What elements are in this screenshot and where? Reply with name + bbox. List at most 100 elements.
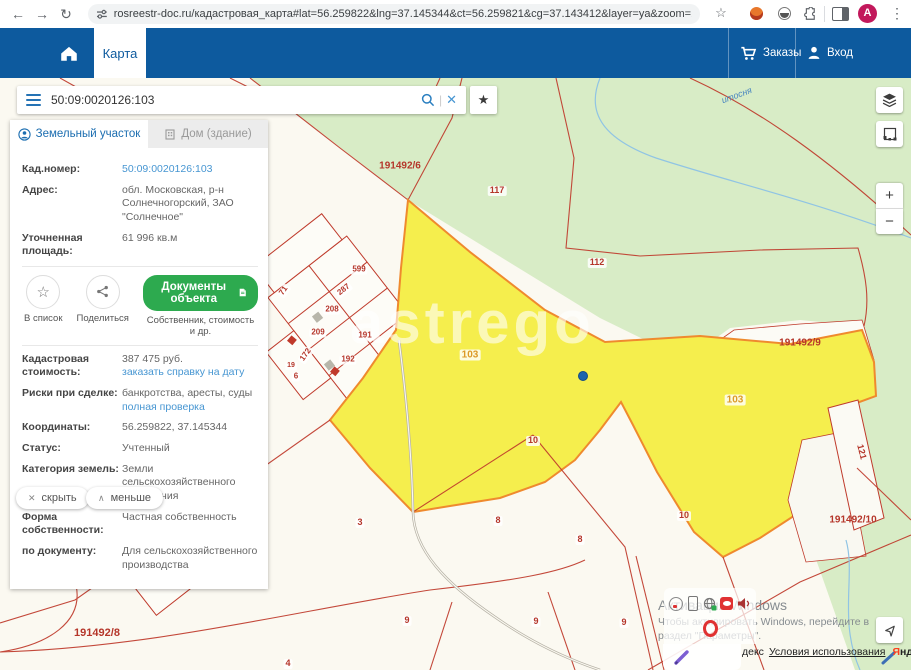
info-value: 50:09:0020126:103	[122, 163, 258, 177]
area-select-icon	[883, 127, 897, 141]
address-bar[interactable]: rosreestr-doc.ru/кадастровая_карта#lat=5…	[88, 4, 700, 24]
zoom-in-button[interactable]: +	[876, 183, 903, 209]
area-select-button[interactable]	[876, 121, 903, 147]
search-input[interactable]	[49, 92, 421, 108]
collapse-panel-button[interactable]: ∧ меньше	[86, 487, 163, 509]
terms-of-use-link[interactable]: Условия использования	[769, 646, 886, 658]
home-button[interactable]	[44, 28, 94, 78]
yandex-logo: Яндекс	[892, 646, 911, 658]
info-label: Статус:	[22, 442, 122, 456]
hide-panel-button[interactable]: ✕ скрыть	[16, 487, 89, 509]
info-link[interactable]: полная проверка	[122, 401, 205, 413]
add-to-list-button[interactable]: ☆ В список	[24, 275, 62, 324]
opera-icon[interactable]	[703, 621, 718, 636]
tab-building[interactable]: Дом (здание)	[148, 120, 268, 148]
building-icon	[164, 128, 176, 140]
info-row: Координаты:56.259822, 37.145344	[22, 421, 258, 435]
star-outline-icon: ☆	[37, 283, 50, 301]
site-settings-icon[interactable]	[96, 8, 108, 20]
less-label: меньше	[111, 492, 151, 504]
favorites-button[interactable]: ★	[470, 86, 497, 114]
search-bar[interactable]: | ✕	[17, 86, 466, 114]
info-label: Риски при сделке:	[22, 387, 122, 414]
extensions-puzzle-icon[interactable]	[802, 7, 816, 21]
site-header: Карта Заказы Вход	[0, 28, 911, 78]
layers-icon	[882, 93, 897, 107]
login-button[interactable]: Вход	[807, 28, 853, 78]
phone-icon[interactable]	[686, 596, 701, 611]
pen-icon	[673, 648, 691, 666]
document-icon	[239, 286, 246, 299]
header-divider	[795, 28, 796, 78]
info-label: по документу:	[22, 545, 122, 572]
menu-burger-icon[interactable]	[26, 92, 41, 109]
extension-icon[interactable]	[750, 7, 763, 20]
docs-button-caption: Собственник, стоимость и др.	[143, 315, 258, 337]
info-label: Адрес:	[22, 184, 122, 225]
object-documents-button[interactable]: Документы объекта	[143, 275, 258, 311]
info-row: Риски при сделке:банкротства, аресты, су…	[22, 387, 258, 414]
attribution-prefix: декс	[742, 646, 764, 658]
chevron-up-icon: ∧	[98, 493, 105, 504]
info-label: Уточненная площадь:	[22, 232, 122, 259]
info-label: Форма собственности:	[22, 511, 122, 538]
info-row: по документу:Для сельскохозяйственного п…	[22, 545, 258, 572]
info-rows-top: Кад.номер:50:09:0020126:103Адрес:обл. Мо…	[22, 163, 258, 259]
locate-button[interactable]	[876, 617, 903, 643]
profile-avatar[interactable]: A	[858, 4, 877, 23]
parcel-info-panel: Земельный участок Дом (здание) Кад.номер…	[10, 120, 268, 589]
share-label: Поделиться	[76, 313, 128, 324]
extension-icon[interactable]	[778, 7, 791, 20]
browser-back-icon[interactable]: ←	[6, 6, 30, 22]
toolbar-divider	[824, 6, 825, 22]
info-value: 56.259822, 37.145344	[122, 421, 258, 435]
speaker-icon[interactable]	[736, 596, 751, 611]
screen-recorder-toolbar	[664, 588, 756, 644]
record-eye-icon[interactable]	[719, 596, 734, 611]
info-value: Для сельскохозяйственного производства	[122, 545, 258, 572]
search-divider: |	[439, 93, 442, 107]
panel-tabs: Земельный участок Дом (здание)	[10, 120, 268, 148]
info-label: Кад.номер:	[22, 163, 122, 177]
panel-actions: ☆ В список Поделиться Докуме	[22, 273, 258, 339]
webcam-icon[interactable]	[669, 596, 684, 611]
clear-search-icon[interactable]: ✕	[446, 92, 457, 108]
info-value: Учтенный	[122, 442, 258, 456]
docs-button-label: Документы объекта	[155, 281, 233, 305]
locate-arrow-icon	[882, 623, 897, 638]
info-value: банкротства, аресты, судыполная проверка	[122, 387, 258, 414]
tab-label: Дом (здание)	[181, 128, 251, 140]
orders-button[interactable]: Заказы	[740, 28, 801, 78]
info-row: Форма собственности:Частная собственност…	[22, 511, 258, 538]
side-panel-icon[interactable]	[832, 7, 849, 21]
tab-map[interactable]: Карта	[94, 28, 146, 78]
add-to-list-label: В список	[24, 313, 62, 324]
share-button[interactable]: Поделиться	[76, 275, 128, 324]
close-icon: ✕	[28, 493, 36, 504]
browser-menu-kebab-icon[interactable]: ⋮	[888, 5, 906, 22]
person-circle-icon	[18, 128, 31, 141]
bookmark-star-icon[interactable]: ☆	[712, 5, 730, 21]
info-row: Кад.номер:50:09:0020126:103	[22, 163, 258, 177]
layers-button[interactable]	[876, 87, 903, 113]
browser-forward-icon[interactable]: →	[30, 6, 54, 22]
home-icon	[59, 44, 79, 62]
header-divider	[728, 28, 729, 78]
tab-land-parcel[interactable]: Земельный участок	[10, 120, 148, 148]
url-text: rosreestr-doc.ru/кадастровая_карта#lat=5…	[114, 8, 692, 20]
zoom-out-button[interactable]: −	[876, 209, 903, 234]
browser-reload-icon[interactable]: ↻	[54, 6, 78, 23]
info-rows-bottom: Кадастровая стоимость:387 475 руб.заказа…	[22, 353, 258, 572]
info-row: Статус:Учтенный	[22, 442, 258, 456]
info-row: Уточненная площадь:61 996 кв.м	[22, 232, 258, 259]
panel-divider	[22, 266, 258, 267]
search-icon[interactable]	[421, 93, 435, 107]
info-value: 387 475 руб.заказать справку на дату	[122, 353, 258, 380]
cart-icon	[740, 46, 757, 61]
globe-shield-icon[interactable]	[702, 596, 717, 611]
tab-label: Земельный участок	[36, 128, 141, 140]
annotation-pen-panel[interactable]	[663, 644, 741, 670]
info-link[interactable]: заказать справку на дату	[122, 366, 244, 378]
browser-toolbar: ← → ↻ rosreestr-doc.ru/кадастровая_карта…	[0, 0, 911, 29]
share-icon	[96, 285, 109, 298]
